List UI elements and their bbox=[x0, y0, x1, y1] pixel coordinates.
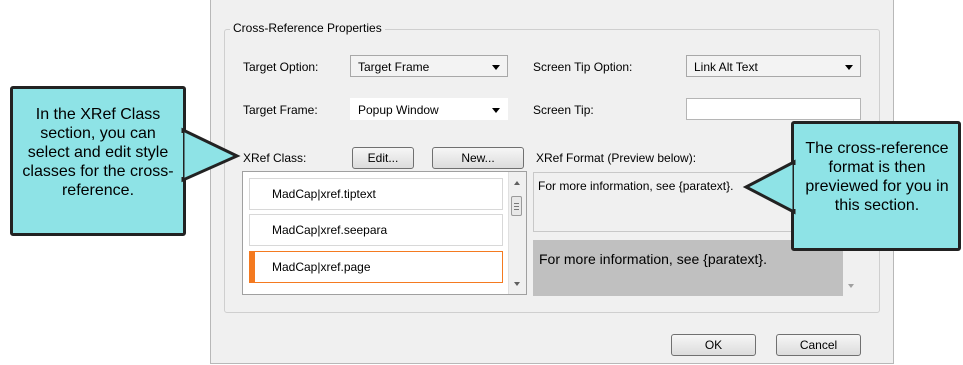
screen-tip-label: Screen Tip: bbox=[533, 103, 594, 117]
list-item-selected[interactable]: MadCap|xref.page bbox=[249, 251, 503, 283]
screen-tip-option-label: Screen Tip Option: bbox=[533, 60, 633, 74]
screen-tip-input[interactable] bbox=[686, 98, 861, 120]
edit-button[interactable]: Edit... bbox=[352, 147, 414, 169]
callout-right-pointer bbox=[742, 159, 797, 215]
list-item[interactable]: MadCap|xref.seepara bbox=[249, 214, 503, 246]
callout-right: The cross-reference format is then previ… bbox=[791, 121, 961, 251]
chevron-down-icon bbox=[845, 65, 853, 70]
screen-tip-option-dropdown[interactable]: Link Alt Text bbox=[686, 55, 861, 77]
target-frame-dropdown[interactable]: Popup Window bbox=[350, 98, 508, 120]
xref-format-label: XRef Format (Preview below): bbox=[536, 151, 697, 165]
new-button[interactable]: New... bbox=[432, 147, 524, 169]
list-scrollbar[interactable] bbox=[508, 172, 526, 294]
xref-class-label: XRef Class: bbox=[243, 151, 307, 165]
target-option-label: Target Option: bbox=[243, 60, 319, 74]
callout-left-pointer bbox=[180, 127, 241, 183]
callout-left: In the XRef Class section, you can selec… bbox=[10, 86, 186, 236]
chevron-down-icon bbox=[492, 108, 500, 113]
xref-class-list[interactable]: MadCap|xref.tiptext MadCap|xref.seepara … bbox=[242, 171, 527, 295]
scroll-thumb[interactable] bbox=[511, 196, 522, 216]
chevron-down-icon bbox=[492, 65, 500, 70]
scroll-down-icon[interactable] bbox=[848, 284, 854, 288]
ok-button[interactable]: OK bbox=[671, 334, 756, 356]
screen-tip-option-value: Link Alt Text bbox=[694, 60, 758, 74]
scroll-up-icon[interactable] bbox=[514, 181, 520, 185]
target-frame-label: Target Frame: bbox=[243, 103, 318, 117]
cancel-button[interactable]: Cancel bbox=[776, 334, 861, 356]
target-option-value: Target Frame bbox=[358, 60, 430, 74]
target-option-dropdown[interactable]: Target Frame bbox=[350, 55, 508, 77]
target-frame-value: Popup Window bbox=[358, 103, 439, 117]
list-item[interactable]: MadCap|xref.tiptext bbox=[249, 178, 503, 210]
group-title: Cross-Reference Properties bbox=[230, 21, 385, 35]
scroll-down-icon[interactable] bbox=[514, 282, 520, 286]
